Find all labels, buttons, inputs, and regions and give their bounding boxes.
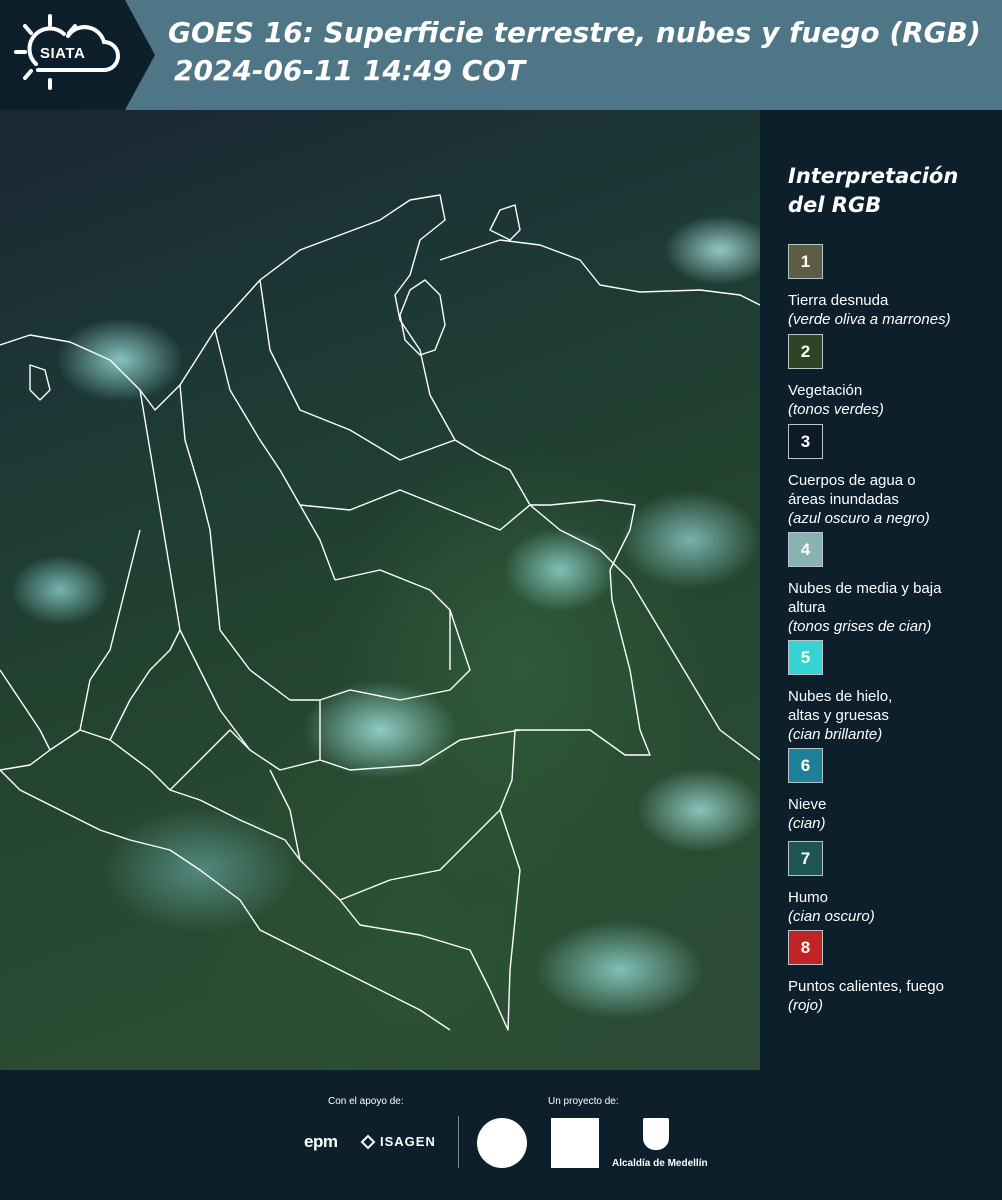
legend-item-smoke: 7 Humo (cian oscuro) (788, 841, 998, 926)
legend-item-vegetation: 2 Vegetación (tonos verdes) (788, 334, 998, 419)
legend-item-desc: (tonos grises de cian) (788, 618, 932, 635)
legend-item-desc: (cian) (788, 815, 826, 832)
siata-logo: SIATA (0, 0, 155, 110)
alcaldia-logo-text: Alcaldía de Medellín (612, 1158, 708, 1169)
legend-item-label: Tierra desnuda (788, 292, 889, 309)
epm-logo: epm (304, 1132, 338, 1151)
footer-sponsors: Con el apoyo de: Un proyecto de: epm ISA… (0, 1070, 1002, 1200)
legend-swatch: 5 (788, 640, 823, 675)
legend-swatch: 8 (788, 930, 823, 965)
legend-swatch: 4 (788, 532, 823, 567)
title-product: GOES 16: Superficie terrestre, nubes y f… (168, 16, 981, 49)
area-metropolitana-logo-icon (551, 1118, 599, 1168)
legend-swatch: 6 (788, 748, 823, 783)
legend-item-water: 3 Cuerpos de agua o áreas inundadas (azu… (788, 424, 998, 528)
rgb-legend: Interpretación del RGB 1 Tierra desnuda … (788, 162, 998, 1014)
page-title: GOES 16: Superficie terrestre, nubes y f… (168, 14, 998, 90)
legend-item-snow: 6 Nieve (cian) (788, 748, 998, 833)
legend-swatch: 3 (788, 424, 823, 459)
legend-item-ice-clouds: 5 Nubes de hielo, altas y gruesas (cian … (788, 640, 998, 744)
legend-swatch: 1 (788, 244, 823, 279)
legend-item-desc: (rojo) (788, 997, 824, 1014)
legend-title: Interpretación del RGB (788, 162, 998, 220)
footer-divider (458, 1116, 459, 1168)
header-bar: SIATA GOES 16: Superficie terrestre, nub… (0, 0, 1002, 110)
legend-swatch: 2 (788, 334, 823, 369)
legend-title-line2: del RGB (788, 193, 882, 217)
legend-item-label: Nieve (788, 796, 827, 813)
logo-text: SIATA (40, 45, 86, 62)
title-timestamp: 2024-06-11 14:49 COT (174, 54, 526, 87)
legend-item-label: Vegetación (788, 382, 863, 399)
legend-item-bare-soil: 1 Tierra desnuda (verde oliva a marrones… (788, 244, 998, 329)
legend-item-label: Nubes de media y baja altura (788, 580, 942, 616)
project-label: Un proyecto de: (548, 1096, 619, 1107)
legend-item-desc: (azul oscuro a negro) (788, 510, 930, 527)
legend-item-label: Puntos calientes, fuego (788, 978, 944, 995)
legend-item-desc: (cian oscuro) (788, 908, 875, 925)
governorate-seal-icon (477, 1118, 527, 1168)
support-label: Con el apoyo de: (328, 1096, 404, 1107)
legend-item-mid-low-clouds: 4 Nubes de media y baja altura (tonos gr… (788, 532, 998, 636)
alcaldia-shield-icon (643, 1118, 669, 1150)
legend-swatch: 7 (788, 841, 823, 876)
legend-item-label: Nubes de hielo, altas y gruesas (788, 688, 893, 724)
legend-item-fire: 8 Puntos calientes, fuego (rojo) (788, 930, 998, 1015)
legend-item-desc: (cian brillante) (788, 726, 883, 743)
legend-item-label: Humo (788, 889, 829, 906)
satellite-image (0, 110, 760, 1070)
country-borders (0, 194, 760, 1031)
legend-item-label: Cuerpos de agua o áreas inundadas (788, 472, 916, 508)
isagen-mark-icon (360, 1134, 376, 1150)
legend-item-desc: (tonos verdes) (788, 401, 884, 418)
legend-title-line1: Interpretación (788, 164, 959, 188)
legend-item-desc: (verde oliva a marrones) (788, 311, 951, 328)
